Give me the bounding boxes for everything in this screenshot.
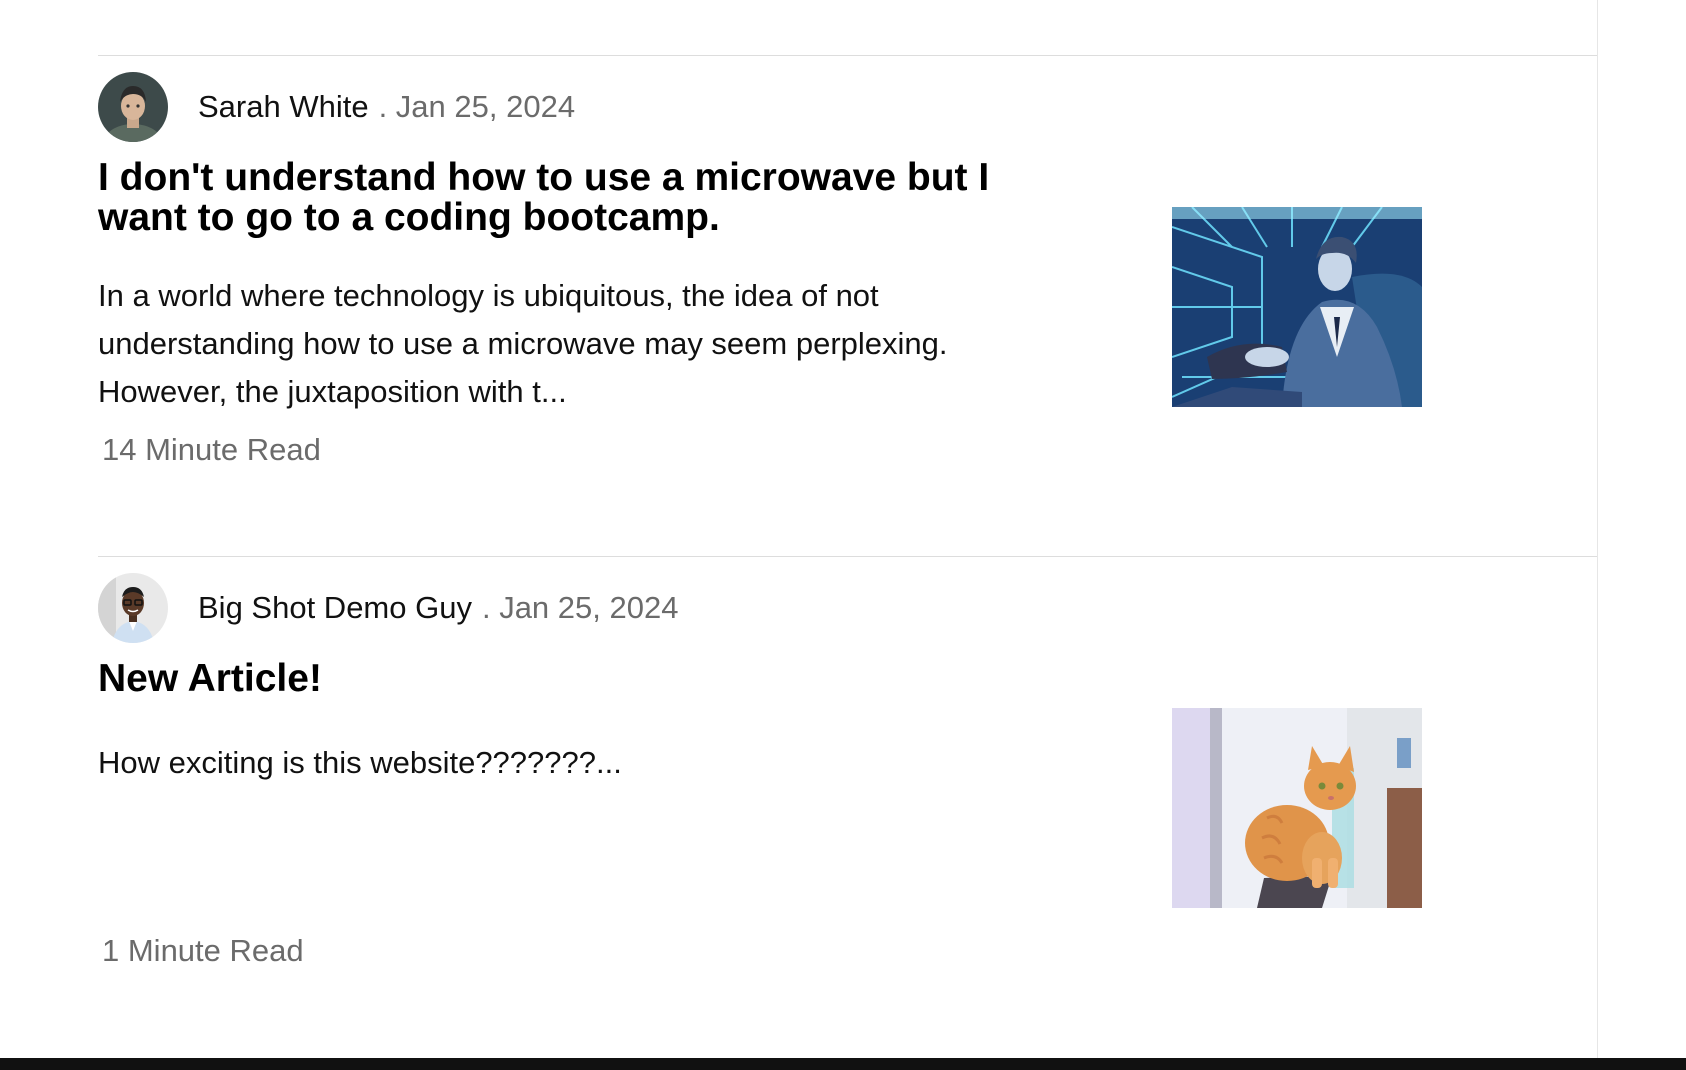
article-excerpt[interactable]: How exciting is this website???????... [98,739,1018,787]
article-list: Sarah White . Jan 25, 2024 I don't under… [98,55,1597,1057]
article-card[interactable]: Sarah White . Jan 25, 2024 I don't under… [98,55,1597,556]
publish-date: . Jan 25, 2024 [378,89,576,124]
publish-date: . Jan 25, 2024 [481,590,679,625]
article-meta: Big Shot Demo Guy . Jan 25, 2024 [98,573,678,643]
article-thumbnail[interactable] [1172,207,1422,407]
article-feed-page: Sarah White . Jan 25, 2024 I don't under… [0,0,1686,1070]
bottom-bar [0,1058,1686,1070]
author-name[interactable]: Big Shot Demo Guy [198,590,472,626]
article-title[interactable]: I don't understand how to use a microwav… [98,158,1018,238]
article-title[interactable]: New Article! [98,659,1018,699]
article-meta: Sarah White . Jan 25, 2024 [98,72,575,142]
article-card[interactable]: Big Shot Demo Guy . Jan 25, 2024 New Art… [98,556,1597,1057]
read-time: 14 Minute Read [102,432,321,467]
author-name[interactable]: Sarah White [198,89,369,125]
author-avatar[interactable] [98,573,168,643]
read-time: 1 Minute Read [102,933,304,968]
article-excerpt[interactable]: In a world where technology is ubiquitou… [98,272,1018,416]
right-divider [1597,0,1598,1058]
author-avatar[interactable] [98,72,168,142]
article-thumbnail[interactable] [1172,708,1422,908]
